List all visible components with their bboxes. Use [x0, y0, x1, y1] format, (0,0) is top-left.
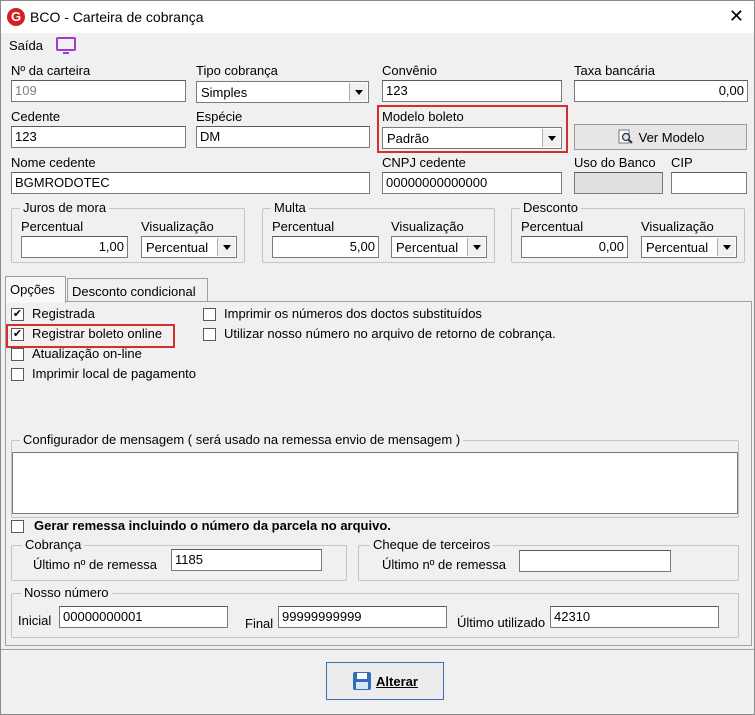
- ver-modelo-label: Ver Modelo: [638, 129, 705, 145]
- imprimir-numeros-label: Imprimir os números dos doctos substituí…: [224, 306, 482, 321]
- cobranca-remessa-field[interactable]: 1185: [171, 549, 322, 571]
- cheque-remessa-field[interactable]: [519, 550, 671, 572]
- chevron-down-icon[interactable]: [717, 238, 735, 256]
- especie-label: Espécie: [196, 109, 243, 124]
- chevron-down-icon[interactable]: [349, 83, 367, 101]
- juros-title: Juros de mora: [20, 200, 110, 215]
- window-title: BCO - Carteira de cobrança: [30, 9, 204, 25]
- imprimir-local-label: Imprimir local de pagamento: [32, 366, 197, 381]
- chevron-down-icon[interactable]: [542, 129, 560, 147]
- desconto-visualizacao-select[interactable]: Percentual: [641, 236, 737, 258]
- mensagem-textarea[interactable]: [12, 452, 738, 514]
- uso-banco-label: Uso do Banco: [574, 155, 656, 170]
- final-label: Final: [245, 616, 274, 631]
- convenio-label: Convênio: [382, 63, 437, 78]
- num-carteira-label: Nº da carteira: [11, 63, 91, 78]
- bottom-separator: [1, 649, 754, 650]
- cobranca-title: Cobrança: [22, 537, 85, 552]
- registrar-online-label: Registrar boleto online: [32, 326, 163, 341]
- cip-label: CIP: [671, 155, 693, 170]
- juros-visualizacao-value: Percentual: [146, 240, 209, 255]
- tab-opcoes[interactable]: Opções: [5, 276, 66, 303]
- magnifier-icon: [618, 129, 633, 144]
- cip-field[interactable]: [671, 172, 747, 194]
- utilizar-nosso-numero-label: Utilizar nosso número no arquivo de reto…: [224, 326, 556, 341]
- cheque-title: Cheque de terceiros: [370, 537, 494, 552]
- desconto-percentual-label: Percentual: [521, 219, 584, 234]
- app-logo-icon: G: [7, 8, 25, 26]
- nome-cedente-label: Nome cedente: [11, 155, 96, 170]
- cheque-remessa-label: Último nº de remessa: [382, 557, 506, 572]
- multa-visualizacao-label: Visualização: [391, 219, 464, 234]
- gerar-remessa-label: Gerar remessa incluindo o número da parc…: [34, 518, 391, 533]
- gerar-remessa-checkbox[interactable]: [11, 520, 24, 533]
- modelo-boleto-label: Modelo boleto: [382, 109, 464, 124]
- cobranca-remessa-label: Último nº de remessa: [33, 557, 157, 572]
- convenio-field[interactable]: 123: [382, 80, 562, 102]
- especie-field[interactable]: DM: [196, 126, 370, 148]
- multa-visualizacao-value: Percentual: [396, 240, 459, 255]
- saida-label: Saída: [9, 38, 43, 53]
- juros-percentual-field[interactable]: 1,00: [21, 236, 128, 258]
- ultimo-utilizado-label: Último utilizado: [457, 615, 546, 630]
- chevron-down-icon[interactable]: [217, 238, 235, 256]
- configurador-title: Configurador de mensagem ( será usado na…: [20, 432, 464, 447]
- dialog-window: G BCO - Carteira de cobrança ✕ Saída Nº …: [0, 0, 755, 715]
- imprimir-numeros-checkbox[interactable]: [203, 308, 216, 321]
- floppy-disk-icon: [353, 672, 372, 690]
- alterar-button[interactable]: Alterar: [326, 662, 444, 700]
- tipo-cobranca-label: Tipo cobrança: [196, 63, 278, 78]
- num-carteira-field[interactable]: 109: [11, 80, 186, 102]
- final-field[interactable]: 99999999999: [278, 606, 447, 628]
- ver-modelo-button[interactable]: Ver Modelo: [574, 124, 747, 150]
- juros-visualizacao-label: Visualização: [141, 219, 214, 234]
- tab-desconto-condicional[interactable]: Desconto condicional: [67, 278, 208, 303]
- registrada-label: Registrada: [32, 306, 95, 321]
- modelo-boleto-value: Padrão: [387, 131, 429, 146]
- close-icon[interactable]: ✕: [729, 6, 744, 27]
- taxa-bancaria-field[interactable]: 0,00: [574, 80, 748, 102]
- registrar-online-checkbox[interactable]: ✔: [11, 328, 24, 341]
- uso-banco-field[interactable]: [574, 172, 663, 194]
- modelo-boleto-select[interactable]: Padrão: [382, 127, 562, 149]
- alterar-label: Alterar: [376, 673, 418, 689]
- cnpj-cedente-field[interactable]: 00000000000000: [382, 172, 562, 194]
- desconto-visualizacao-label: Visualização: [641, 219, 714, 234]
- multa-percentual-label: Percentual: [272, 219, 335, 234]
- cedente-label: Cedente: [11, 109, 61, 124]
- chevron-down-icon[interactable]: [467, 238, 485, 256]
- juros-percentual-label: Percentual: [21, 219, 84, 234]
- desconto-percentual-field[interactable]: 0,00: [521, 236, 628, 258]
- multa-visualizacao-select[interactable]: Percentual: [391, 236, 487, 258]
- cnpj-cedente-label: CNPJ cedente: [382, 155, 466, 170]
- cedente-field[interactable]: 123: [11, 126, 186, 148]
- title-bar: G BCO - Carteira de cobrança ✕: [1, 1, 754, 33]
- desconto-visualizacao-value: Percentual: [646, 240, 709, 255]
- tipo-cobranca-select[interactable]: Simples: [196, 81, 369, 103]
- juros-visualizacao-select[interactable]: Percentual: [141, 236, 237, 258]
- registrada-checkbox[interactable]: ✔: [11, 308, 24, 321]
- multa-percentual-field[interactable]: 5,00: [272, 236, 379, 258]
- taxa-bancaria-label: Taxa bancária: [574, 63, 655, 78]
- desconto-title: Desconto: [520, 200, 581, 215]
- multa-title: Multa: [271, 200, 309, 215]
- nome-cedente-field[interactable]: BGMRODOTEC: [11, 172, 370, 194]
- utilizar-nosso-numero-checkbox[interactable]: [203, 328, 216, 341]
- nosso-numero-title: Nosso número: [21, 585, 112, 600]
- atualizacao-online-label: Atualização on-line: [32, 346, 142, 361]
- ultimo-utilizado-field[interactable]: 42310: [550, 606, 719, 628]
- imprimir-local-checkbox[interactable]: [11, 368, 24, 381]
- tipo-cobranca-value: Simples: [201, 85, 248, 100]
- atualizacao-online-checkbox[interactable]: [11, 348, 24, 361]
- inicial-field[interactable]: 00000000001: [59, 606, 228, 628]
- inicial-label: Inicial: [18, 613, 52, 628]
- monitor-icon[interactable]: [56, 37, 76, 54]
